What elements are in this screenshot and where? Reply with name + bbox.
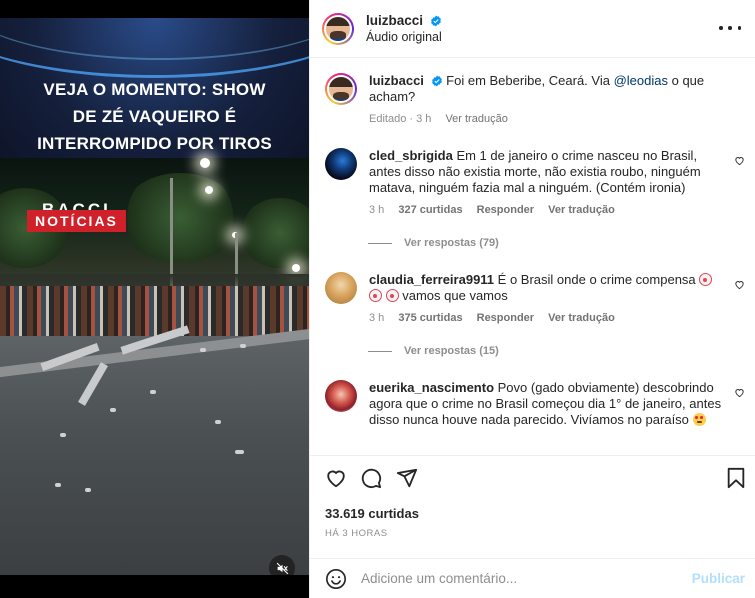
view-replies-label: Ver respostas (79) [404, 237, 499, 249]
comment-composer: Publicar [310, 558, 755, 598]
caption-text: Foi em Beberibe, Ceará. Via [446, 73, 614, 88]
caption-edited-time: Editado · 3 h [369, 113, 432, 125]
caption-translate-link[interactable]: Ver tradução [445, 113, 507, 125]
like-comment-heart-icon[interactable] [734, 387, 745, 398]
post-likes-count[interactable]: 33.619 curtidas [325, 506, 419, 521]
comment-likes[interactable]: 375 curtidas [398, 312, 462, 324]
mute-button[interactable] [269, 555, 295, 575]
emoji-smiley-icon[interactable] [325, 568, 347, 590]
publish-button[interactable]: Publicar [692, 571, 745, 586]
like-heart-icon[interactable] [325, 467, 347, 489]
headline-line: INTERROMPIDO POR TIROS [37, 134, 272, 153]
crowd [0, 286, 309, 342]
headline-line: DE ZÉ VAQUEIRO É [72, 107, 237, 126]
caption-username[interactable]: luizbacci [369, 73, 424, 88]
verified-badge-icon [430, 15, 441, 27]
like-comment-heart-icon[interactable] [734, 279, 745, 290]
view-replies-button[interactable]: Ver respostas (15) [368, 345, 499, 357]
commenter-avatar[interactable] [325, 380, 357, 412]
comment-text: É o Brasil onde o crime compensa [497, 272, 696, 287]
video-player[interactable]: VEJA O MOMENTO: SHOW DE ZÉ VAQUEIRO É IN… [0, 18, 309, 575]
comment-username[interactable]: claudia_ferreira9911 [369, 272, 494, 287]
author-avatar[interactable] [322, 12, 354, 45]
author-username[interactable]: luizbacci [366, 13, 423, 28]
comment-time: 3 h [369, 204, 385, 216]
clown-face-icon [699, 273, 713, 286]
comment-time: 3 h [369, 312, 385, 324]
verified-badge-icon [431, 75, 442, 87]
bookmark-save-icon[interactable] [726, 467, 746, 489]
comment-likes[interactable]: 327 curtidas [398, 204, 462, 216]
comments-thread[interactable]: luizbacci Foi em Beberibe, Ceará. Via @l… [310, 58, 755, 454]
video-headline: VEJA O MOMENTO: SHOW DE ZÉ VAQUEIRO É IN… [0, 76, 309, 157]
commenter-avatar[interactable] [325, 148, 357, 180]
post-details-panel: luizbacci Áudio original luizbacci Foi e… [309, 0, 755, 598]
street-lamp [292, 264, 300, 272]
caption-author-avatar[interactable] [325, 73, 357, 105]
commenter-avatar[interactable] [325, 272, 357, 304]
street-lamp [200, 158, 210, 168]
news-badge: NOTÍCIAS [27, 210, 126, 232]
comment-input[interactable] [361, 571, 692, 586]
translate-link[interactable]: Ver tradução [548, 312, 615, 324]
like-comment-heart-icon[interactable] [734, 155, 745, 166]
original-audio-link[interactable]: Áudio original [366, 30, 442, 44]
view-replies-button[interactable]: Ver respostas (79) [368, 237, 499, 249]
post-actions: 33.619 curtidas HÁ 3 HORAS [310, 455, 755, 565]
reply-button[interactable]: Responder [477, 312, 534, 324]
view-replies-label: Ver respostas (15) [404, 345, 499, 357]
post-timestamp[interactable]: HÁ 3 HORAS [325, 528, 388, 539]
clown-face-icon [385, 289, 399, 302]
heart-eyes-icon [692, 413, 706, 426]
headline-line: VEJA O MOMENTO: SHOW [43, 80, 266, 99]
instagram-post-modal: VEJA O MOMENTO: SHOW DE ZÉ VAQUEIRO É IN… [0, 0, 755, 598]
comment-username[interactable]: cled_sbrigida [369, 148, 453, 163]
comment-text-end: vamos que vamos [398, 288, 508, 303]
translate-link[interactable]: Ver tradução [548, 204, 615, 216]
reply-button[interactable]: Responder [477, 204, 534, 216]
more-options-button[interactable] [719, 18, 741, 38]
post-media: VEJA O MOMENTO: SHOW DE ZÉ VAQUEIRO É IN… [0, 0, 309, 598]
street-lamp [205, 186, 213, 194]
share-send-icon[interactable] [396, 467, 418, 489]
comment-bubble-icon[interactable] [360, 467, 382, 489]
road [0, 336, 309, 575]
speaker-muted-icon [276, 562, 288, 574]
mention-link[interactable]: @leodias [614, 73, 668, 88]
post-header: luizbacci Áudio original [310, 0, 755, 58]
more-horizontal-icon [719, 26, 723, 30]
comment-username[interactable]: euerika_nascimento [369, 380, 494, 395]
clown-face-icon [369, 289, 382, 302]
